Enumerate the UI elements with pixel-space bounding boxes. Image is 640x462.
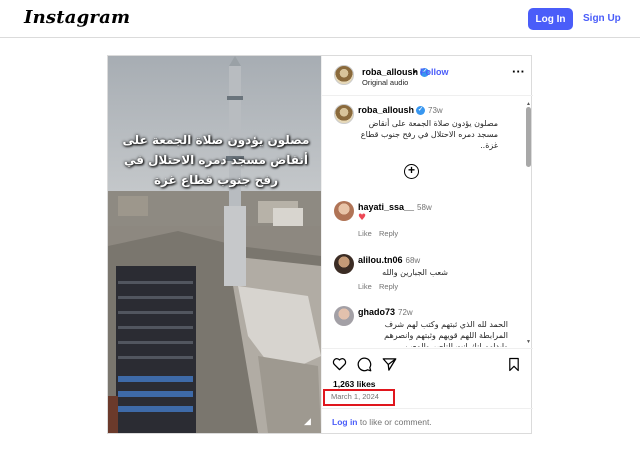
post-date[interactable]: March 1, 2024 (331, 392, 379, 401)
login-prompt-text: to like or comment. (357, 417, 432, 427)
author-username[interactable]: roba_alloush ✓ (362, 67, 430, 78)
save-bookmark-icon[interactable] (508, 357, 520, 372)
likes-count[interactable]: 1,263 likes (333, 379, 376, 389)
comment-username[interactable]: hayati_ssa__ (358, 202, 414, 212)
comment-age: 58w (417, 203, 432, 212)
scroll-down-arrow-icon[interactable]: ▼ (526, 339, 531, 345)
original-audio-link[interactable]: Original audio (362, 78, 408, 87)
caption-avatar[interactable] (334, 104, 354, 124)
caption-age: 73w (428, 106, 443, 115)
comment-username[interactable]: ghado73 (358, 307, 395, 317)
comment-text: الحمد لله الذي ثبتهم وكتب لهم شرف المراب… (384, 320, 508, 347)
video-frame-illustration (108, 56, 321, 433)
login-link[interactable]: Log in (332, 417, 358, 427)
comment-like-button[interactable]: Like (358, 282, 372, 291)
comment-avatar[interactable] (334, 201, 354, 221)
video-caption-overlay: مصلون يؤدون صلاة الجمعة على أنقاض مسجد د… (122, 133, 310, 187)
login-button[interactable]: Log In (528, 8, 573, 30)
like-heart-icon[interactable] (332, 357, 347, 371)
comment-text: ♥ (358, 213, 367, 223)
login-prompt: Log in to like or comment. (322, 408, 533, 433)
instagram-logo[interactable]: Instagram (24, 7, 130, 28)
comment-avatar[interactable] (334, 306, 354, 326)
post-author-header: roba_alloush ✓ • Follow Original audio ··… (322, 56, 533, 96)
comment-reply-button[interactable]: Reply (379, 229, 398, 238)
author-username-text[interactable]: roba_alloush (362, 67, 418, 77)
verified-badge-icon: ✓ (416, 106, 426, 116)
share-send-icon[interactable] (382, 357, 397, 372)
separator-dot: • (413, 67, 417, 77)
post-card: مصلون يؤدون صلاة الجمعة على أنقاض مسجد د… (107, 55, 533, 434)
video-play-icon[interactable]: ◢ (304, 416, 311, 427)
comment-text: شعب الجبارين والله (382, 268, 448, 277)
signup-link[interactable]: Sign Up (583, 13, 621, 24)
caption-username[interactable]: roba_alloush (358, 105, 414, 115)
comment-age: 68w (405, 256, 421, 265)
comment-bubble-icon[interactable] (357, 357, 372, 372)
top-navigation-bar: Instagram Log In Sign Up (0, 0, 640, 38)
follow-button[interactable]: Follow (420, 67, 449, 77)
comment-username[interactable]: alilou.tn06 (358, 255, 403, 265)
load-more-comments-icon[interactable]: + (404, 164, 419, 179)
comment-header: ghado73 72w (358, 307, 413, 317)
comment-age: 72w (398, 308, 413, 317)
post-actions-bar (322, 348, 533, 378)
comment-avatar[interactable] (334, 254, 354, 274)
post-side-panel: roba_alloush ✓ • Follow Original audio ··… (321, 56, 533, 433)
comment-like-button[interactable]: Like (358, 229, 372, 238)
author-avatar[interactable] (334, 65, 354, 85)
comment-header: alilou.tn06 68w (358, 255, 420, 265)
scrollbar-thumb[interactable] (526, 107, 531, 167)
more-options-icon[interactable]: ··· (512, 64, 525, 79)
comment-reply-button[interactable]: Reply (379, 282, 398, 291)
comment-header: hayati_ssa__ 58w (358, 202, 432, 212)
comments-section: roba_alloush ✓ 73w مصلون يؤدون صلاة الجمعة… (322, 97, 533, 347)
post-video[interactable]: مصلون يؤدون صلاة الجمعة على أنقاض مسجد د… (108, 56, 321, 433)
comments-scrollbar[interactable]: ▲ ▼ (526, 101, 531, 345)
caption-username-row: roba_alloush ✓ 73w (358, 105, 443, 116)
caption-text: مصلون يؤدون صلاة الجمعة على أنقاض مسجد د… (360, 119, 498, 150)
